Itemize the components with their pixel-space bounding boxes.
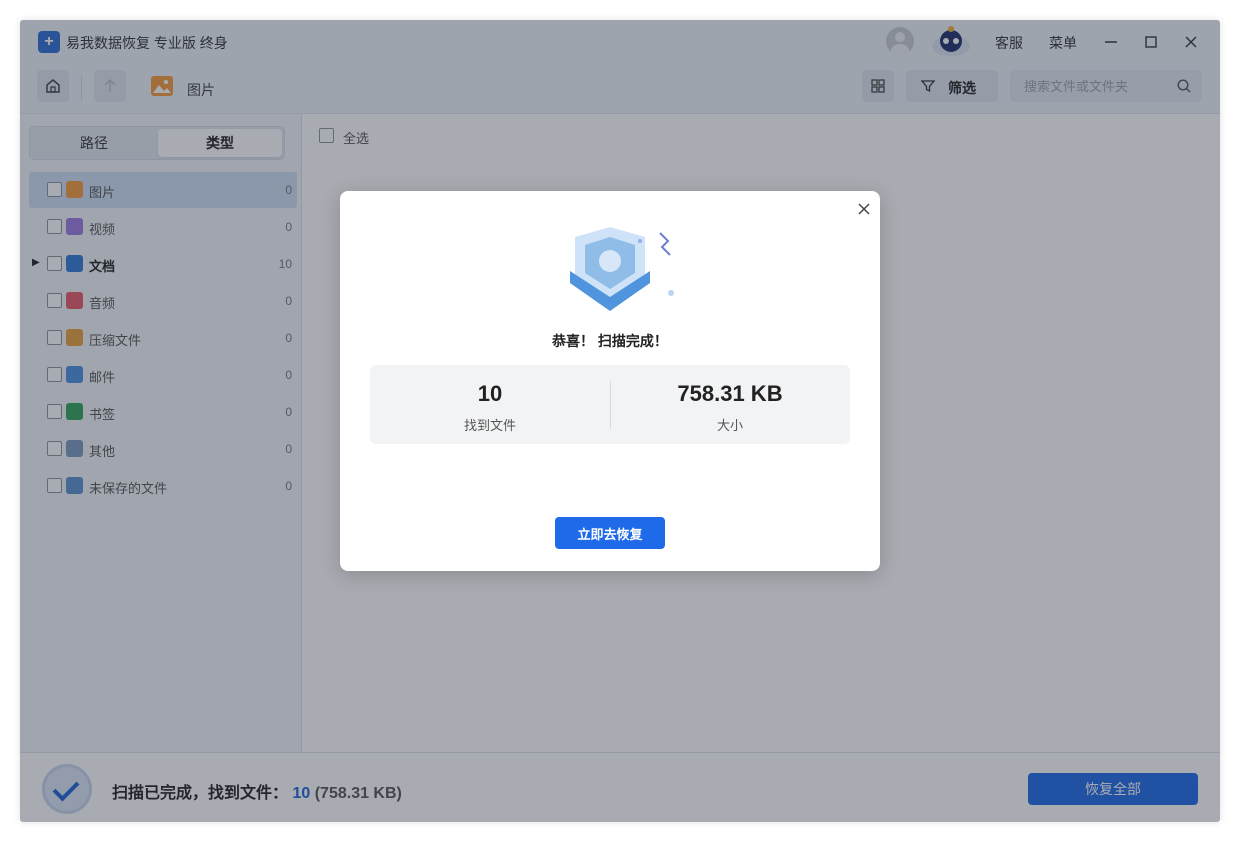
total-size-label: 大小 xyxy=(716,418,743,433)
total-size-value: 758.31 KB xyxy=(677,381,783,406)
stat-files: 10 找到文件 xyxy=(370,365,610,444)
scan-stats: 10 找到文件 758.31 KB 大小 xyxy=(370,365,850,444)
files-found-label: 找到文件 xyxy=(463,418,516,433)
recover-now-button[interactable]: 立即去恢复 xyxy=(555,517,665,549)
trophy-badge-icon xyxy=(570,227,674,311)
close-dialog-icon[interactable] xyxy=(854,199,874,219)
dialog-title: 恭喜！ 扫描完成！ xyxy=(552,333,668,349)
files-found-value: 10 xyxy=(477,381,503,406)
scan-complete-dialog: 恭喜！ 扫描完成！ 10 找到文件 758.31 KB 大小 立即去恢复 xyxy=(340,191,880,571)
stat-size: 758.31 KB 大小 xyxy=(610,365,850,444)
